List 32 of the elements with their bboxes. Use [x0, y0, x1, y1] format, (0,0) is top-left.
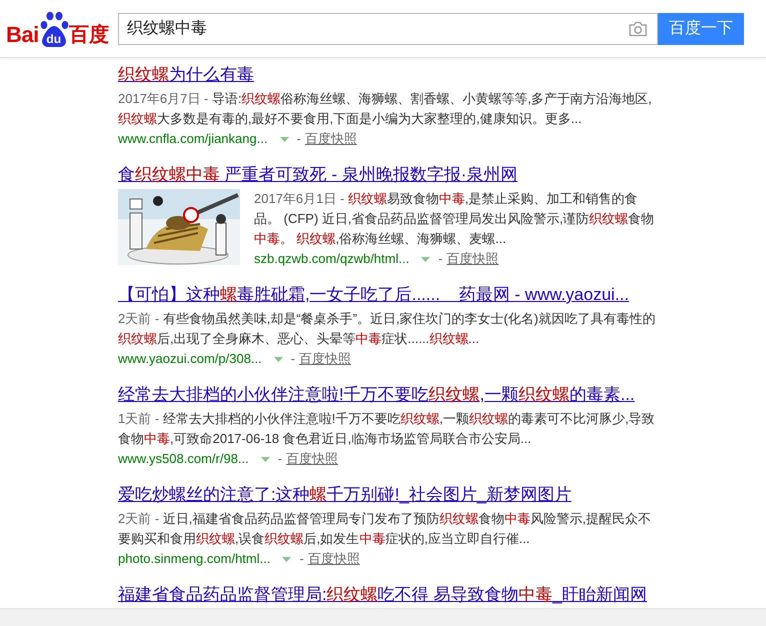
result-url: szb.qzwb.com/qzwb/html... — [254, 250, 410, 268]
separator-text: - — [296, 130, 301, 148]
paw-icon — [38, 10, 69, 46]
cache-link[interactable]: 百度快照 — [304, 129, 357, 149]
separator-text: - — [438, 250, 443, 268]
dropdown-icon[interactable] — [274, 356, 283, 362]
dropdown-icon[interactable] — [421, 256, 430, 262]
result-snippet: 2天前 - 有些食物虽然美味,却是“餐桌杀手”。近日,家住坎门的李女士(化名)就因吃了具有毒性的 织纹螺后,出现了全身麻木、恶心、头晕等中毒症状......织纹螺... — [118, 310, 656, 348]
result-url: www.ys508.com/r/98... — [118, 450, 249, 468]
cache-link[interactable]: 百度快照 — [299, 349, 352, 369]
separator-text: - — [290, 350, 296, 368]
cache-link[interactable]: 百度快照 — [286, 449, 338, 469]
result-snippet: 1天前 - 经常去大排档的小伙伴注意啦!千万不要吃织纹螺,一颗织纹螺的毒素可不比河豚少,导致食物中毒,可致命2017-06-18 食色君近日,临海市场监管局联合市公安局... — [118, 410, 656, 448]
dropdown-icon[interactable] — [260, 456, 270, 462]
logo-text: 百度 — [68, 22, 109, 46]
result-snippet: 2017年6月1日 - 织纹螺易致食物中毒,是禁止采购、加工和销售的食品。 (CFP) 近日,省食品药品监督管理局发出风险警示,谨防织纹螺食物 中毒。 织纹螺,俗称海丝螺、海狮螺、麦螺... — [254, 190, 656, 248]
dropdown-icon[interactable] — [280, 136, 289, 142]
result-url: photo.sinmeng.com/html... — [118, 550, 270, 568]
separator-text: - — [299, 550, 304, 568]
result-url: www.cnfla.com/jiankang... — [118, 130, 268, 148]
dropdown-icon[interactable] — [282, 556, 292, 562]
logo-text: Bai — [6, 22, 39, 46]
camera-icon[interactable] — [628, 20, 648, 36]
logo-text: du — [45, 32, 62, 46]
cache-link[interactable]: 百度快照 — [446, 249, 499, 269]
search-field[interactable]: 织纹螺中毒 — [118, 12, 658, 44]
search-button[interactable]: 百度一下 — [658, 12, 744, 44]
result-snippet: 2017年6月7日 - 导语:织纹螺俗称海丝螺、海狮螺、割香螺、小黄螺等等,多产于南方沿海地区, 织纹螺大多数是有毒的,最好不要食用,下面是小编为大家整理的,健康知识。更多... — [118, 90, 653, 128]
separator-text: - — [278, 450, 282, 468]
result-snippet: 2天前 - 近日,福建省食品药品监督管理局专门发布了预防织纹螺食物中毒风险警示,提醒民众不要购买和食用织纹螺,误食织纹螺后,如发生中毒症状的,应当立即自行催... — [118, 510, 652, 548]
result-url: www.yaozui.com/p/308... — [118, 350, 262, 368]
cache-link[interactable]: 百度快照 — [308, 549, 360, 569]
